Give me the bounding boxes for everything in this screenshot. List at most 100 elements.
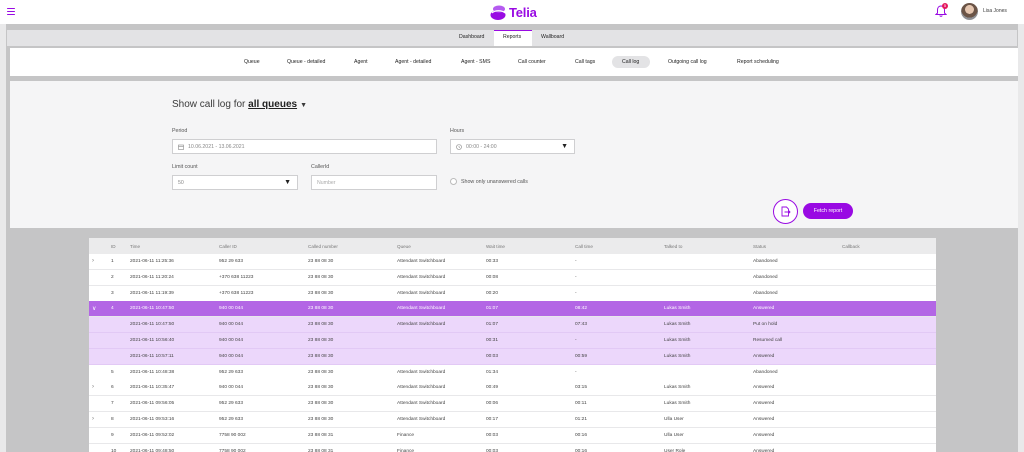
- cell-caller-id: 940 00 044: [219, 322, 244, 328]
- cell-status: Answered: [753, 306, 775, 312]
- tab-dashboard[interactable]: Dashboard: [459, 34, 484, 40]
- cell-queue: Attendant Switchboard: [397, 385, 446, 391]
- cell-time: 2021-06-11 09:53:16: [130, 417, 175, 422]
- subnav-item-outgoing-call-log[interactable]: Outgoing call log: [668, 59, 707, 65]
- cell-id: 2: [111, 274, 114, 280]
- cell-id: 10: [111, 448, 117, 452]
- subnav-item-agent-detailed[interactable]: Agent - detailed: [395, 59, 431, 65]
- cell-queue: Attendant Switchboard: [397, 290, 446, 296]
- chevron-right-icon[interactable]: ›: [92, 384, 94, 390]
- table-subrow[interactable]: 2021-06-11 10:47:50 940 00 044 23 88 08 30…: [89, 317, 936, 334]
- cell-call-time: -: [575, 369, 577, 375]
- period-value: 10.06.2021 - 13.06.2021: [188, 143, 245, 150]
- table-subrow[interactable]: 2021-06-11 10:56:40 940 00 044 23 88 08 30…: [89, 333, 936, 349]
- unanswered-only-toggle[interactable]: Show only unanswered calls: [450, 178, 528, 185]
- subnav-item-agent-sms[interactable]: Agent - SMS: [461, 59, 490, 65]
- avatar[interactable]: [961, 3, 978, 20]
- cell-time: 2021-06-11 11:25:36: [130, 259, 174, 264]
- menu-icon[interactable]: [7, 8, 15, 15]
- column-header-time: Time: [130, 244, 141, 249]
- tab-wallboard[interactable]: Wallboard: [541, 34, 564, 40]
- notification-count-badge: 5: [942, 3, 948, 9]
- cell-status: Abandoned: [753, 274, 778, 280]
- cell-status: Answered: [753, 385, 775, 391]
- subnav-item-agent[interactable]: Agent: [354, 59, 368, 65]
- cell-id: 8: [111, 417, 114, 422]
- table-row[interactable]: 7 2021-06-11 09:56:05 952 29 633 23 88 08 3…: [89, 396, 936, 413]
- period-field[interactable]: 10.06.2021 - 13.06.2021: [172, 139, 437, 154]
- cell-caller-id: 952 29 633: [219, 369, 244, 375]
- cell-queue: Attendant Switchboard: [397, 274, 446, 280]
- cell-id: 4: [111, 306, 114, 312]
- export-button[interactable]: [773, 199, 798, 224]
- cell-talked-to: Lukas Smith: [664, 306, 691, 312]
- calendar-icon: [178, 144, 184, 150]
- cell-id: 5: [111, 369, 114, 375]
- hours-select[interactable]: 00:00 - 24:00 ▼: [450, 139, 575, 154]
- subnav-item-call-counter[interactable]: Call counter: [518, 59, 546, 65]
- cell-called-number: 23 88 08 31: [308, 432, 334, 438]
- cell-status: Resumed call: [753, 338, 783, 343]
- callerid-input[interactable]: Number: [311, 175, 437, 190]
- cell-talked-to: Lukas Smith: [664, 322, 691, 328]
- subnav-item-call-tags[interactable]: Call tags: [575, 59, 595, 65]
- table-row[interactable]: 10 2021-06-11 09:48:50 7758 90 002 23 88 08…: [89, 443, 936, 452]
- cell-call-time: 00:59: [575, 353, 588, 359]
- table-row[interactable]: › 8 2021-06-11 09:53:16 952 29 633 23 88 08 …: [89, 412, 936, 428]
- cell-queue: Attendant Switchboard: [397, 417, 446, 422]
- subnav-item-report-scheduling[interactable]: Report scheduling: [737, 59, 779, 65]
- dropdown-arrow-icon: ▼: [561, 143, 568, 150]
- subnav-item-call-log[interactable]: Call log: [622, 59, 639, 65]
- subnav-item-queue[interactable]: Queue: [244, 59, 260, 65]
- cell-call-time: 03:15: [575, 385, 588, 391]
- table-row[interactable]: 2 2021-06-11 11:20:24 +370 638 11223 23 88 …: [89, 269, 936, 286]
- brand-logo[interactable]: Telia: [489, 2, 537, 22]
- cell-called-number: 23 88 08 30: [308, 322, 334, 328]
- title-prefix: Show call log for: [172, 99, 246, 110]
- cell-status: Abandoned: [753, 259, 778, 264]
- table-row[interactable]: 9 2021-06-11 09:52:02 7758 90 002 23 88 08 …: [89, 427, 936, 444]
- table-subrow[interactable]: 2021-06-11 10:57:11 940 00 044 23 88 08 30…: [89, 348, 936, 365]
- unanswered-only-label: Show only unanswered calls: [461, 178, 528, 185]
- cell-caller-id: 940 00 044: [219, 353, 244, 359]
- column-header-called-number: Called number: [308, 244, 338, 249]
- cell-caller-id: 952 29 633: [219, 417, 244, 422]
- cell-status: Answered: [753, 432, 775, 438]
- table-row[interactable]: 3 2021-06-11 11:19:39 +370 638 11223 23 88 …: [89, 285, 936, 302]
- call-log-table: ID Time Caller ID Called number Queue Wa…: [89, 238, 936, 452]
- table-row[interactable]: › 6 2021-06-11 10:35:47 940 00 044 23 88 08 …: [89, 380, 936, 397]
- subnav-item-queue-detailed[interactable]: Queue - detailed: [287, 59, 325, 65]
- table-row[interactable]: ∨ 4 2021-06-11 10:47:50 940 00 044 23 88 08 …: [89, 301, 936, 318]
- export-file-icon: [781, 206, 791, 217]
- cell-id: 7: [111, 401, 114, 407]
- queue-selector-link[interactable]: all queues: [248, 99, 297, 110]
- table-row[interactable]: 5 2021-06-11 10:48:38 952 29 633 23 88 08 3…: [89, 364, 936, 381]
- cell-talked-to: Lukas Smith: [664, 401, 691, 407]
- chevron-down-icon[interactable]: ∨: [92, 305, 96, 312]
- cell-called-number: 23 88 08 30: [308, 338, 334, 343]
- tab-reports[interactable]: Reports: [503, 34, 521, 40]
- unanswered-only-checkbox[interactable]: [450, 178, 457, 185]
- limit-count-label: Limit count: [172, 164, 198, 170]
- cell-called-number: 23 88 08 30: [308, 417, 334, 422]
- limit-count-select[interactable]: 50 ▼: [172, 175, 298, 190]
- cell-time: 2021-06-11 10:56:40: [130, 338, 175, 343]
- user-name[interactable]: Lisa Jones: [983, 8, 1007, 14]
- cell-talked-to: Lukas Smith: [664, 338, 691, 343]
- telia-logo-icon: [490, 5, 506, 20]
- cell-queue: Attendant Switchboard: [397, 369, 446, 375]
- caret-down-icon[interactable]: ▼: [300, 102, 307, 109]
- cell-called-number: 23 88 08 30: [308, 369, 334, 375]
- chevron-right-icon[interactable]: ›: [92, 258, 94, 264]
- fetch-report-button[interactable]: Fetch report: [803, 203, 853, 219]
- cell-called-number: 23 88 08 30: [308, 385, 334, 391]
- cell-time: 2021-06-11 09:48:50: [130, 448, 175, 452]
- table-row[interactable]: › 1 2021-06-11 11:25:36 952 29 633 23 88 08 …: [89, 254, 936, 270]
- chevron-right-icon[interactable]: ›: [92, 416, 94, 422]
- cell-wait-time: 00:03: [486, 353, 499, 359]
- cell-status: Answered: [753, 448, 775, 452]
- cell-caller-id: +370 638 11223: [219, 290, 254, 296]
- cell-called-number: 23 88 08 30: [308, 259, 334, 264]
- cell-status: Answered: [753, 401, 775, 407]
- cell-time: 2021-06-11 10:48:38: [130, 369, 175, 375]
